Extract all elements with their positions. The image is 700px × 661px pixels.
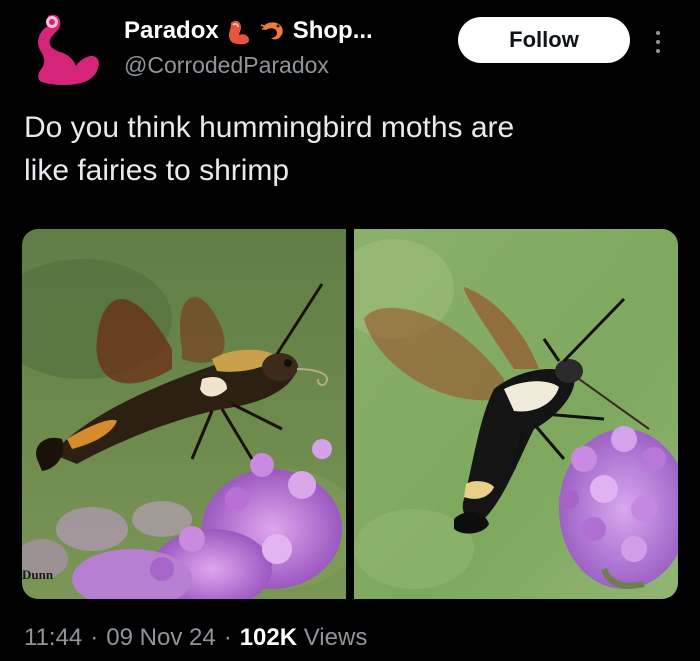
media-photo-left[interactable]: Dunn (22, 229, 346, 599)
author-avatar[interactable] (26, 8, 108, 88)
tweet-text-line: like fairies to shrimp (24, 154, 290, 187)
moth-photo-left-image (22, 229, 346, 599)
tweet-date[interactable]: 09 Nov 24 (106, 624, 215, 652)
tweet-media[interactable]: Dunn (22, 229, 678, 599)
author-name-suffix[interactable]: Shop... (293, 17, 373, 45)
moth-photo-right-image (354, 229, 678, 599)
ellipsis-dot (656, 49, 660, 53)
flexed-arm-emoji-icon (228, 20, 249, 45)
tweet-meta: 11:44 · 09 Nov 24 · 102K Views (24, 624, 367, 652)
meta-separator: · (223, 624, 232, 651)
views-stat[interactable]: 102K Views (240, 624, 368, 652)
more-options-button[interactable] (648, 24, 668, 60)
meta-separator: · (90, 624, 99, 651)
views-count: 102K (239, 624, 298, 651)
photo-credit: Dunn (22, 567, 54, 582)
author-display-name[interactable]: Paradox (124, 17, 219, 45)
tweet-time[interactable]: 11:44 (24, 624, 82, 652)
tweet-text-line: Do you think hummingbird moths are (24, 111, 515, 144)
views-label: Views (303, 624, 368, 651)
shrimp-emoji-icon (260, 22, 283, 40)
follow-button[interactable]: Follow (458, 17, 630, 63)
vertical-ellipsis-icon (656, 31, 660, 35)
tweet-text: Do you think hummingbird moths are like … (24, 106, 664, 192)
author-handle[interactable]: @CorrodedParadox (124, 52, 329, 79)
ellipsis-dot (656, 40, 660, 44)
pink-silhouette-avatar-icon (38, 14, 99, 86)
media-photo-right[interactable] (354, 229, 678, 599)
author-name-row[interactable]: Paradox Shop... (124, 14, 373, 48)
